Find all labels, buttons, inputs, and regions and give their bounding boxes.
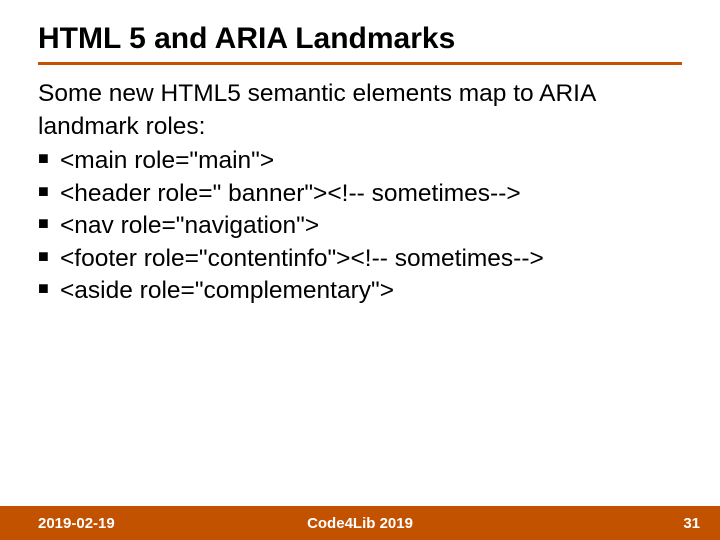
slide-body: Some new HTML5 semantic elements map to … bbox=[38, 78, 682, 308]
footer-bar: 2019-02-19 Code4Lib 2019 31 bbox=[0, 506, 720, 540]
slide: HTML 5 and ARIA Landmarks Some new HTML5… bbox=[0, 0, 720, 540]
square-bullet-icon: ■ bbox=[38, 147, 49, 171]
list-item: ■ <aside role="complementary"> bbox=[38, 275, 682, 308]
list-item-text: <header role=" banner"><!-- sometimes--> bbox=[60, 180, 521, 207]
list-item-text: <footer role="contentinfo"><!-- sometime… bbox=[60, 245, 544, 272]
list-item-text: <main role="main"> bbox=[60, 147, 274, 174]
slide-title: HTML 5 and ARIA Landmarks bbox=[38, 22, 455, 56]
list-item: ■ <header role=" banner"><!-- sometimes-… bbox=[38, 178, 682, 211]
list-item-text: <nav role="navigation"> bbox=[60, 212, 319, 239]
lead-text: Some new HTML5 semantic elements map to … bbox=[38, 78, 682, 143]
square-bullet-icon: ■ bbox=[38, 212, 49, 236]
list-item: ■ <footer role="contentinfo"><!-- someti… bbox=[38, 243, 682, 276]
list-item: ■ <main role="main"> bbox=[38, 145, 682, 178]
list-item-text: <aside role="complementary"> bbox=[60, 277, 394, 304]
square-bullet-icon: ■ bbox=[38, 180, 49, 204]
bullet-list: ■ <main role="main"> ■ <header role=" ba… bbox=[38, 145, 682, 308]
footer-page-number: 31 bbox=[683, 515, 700, 532]
title-underline bbox=[38, 62, 682, 65]
square-bullet-icon: ■ bbox=[38, 277, 49, 301]
list-item: ■ <nav role="navigation"> bbox=[38, 210, 682, 243]
footer-title: Code4Lib 2019 bbox=[0, 515, 720, 532]
square-bullet-icon: ■ bbox=[38, 245, 49, 269]
